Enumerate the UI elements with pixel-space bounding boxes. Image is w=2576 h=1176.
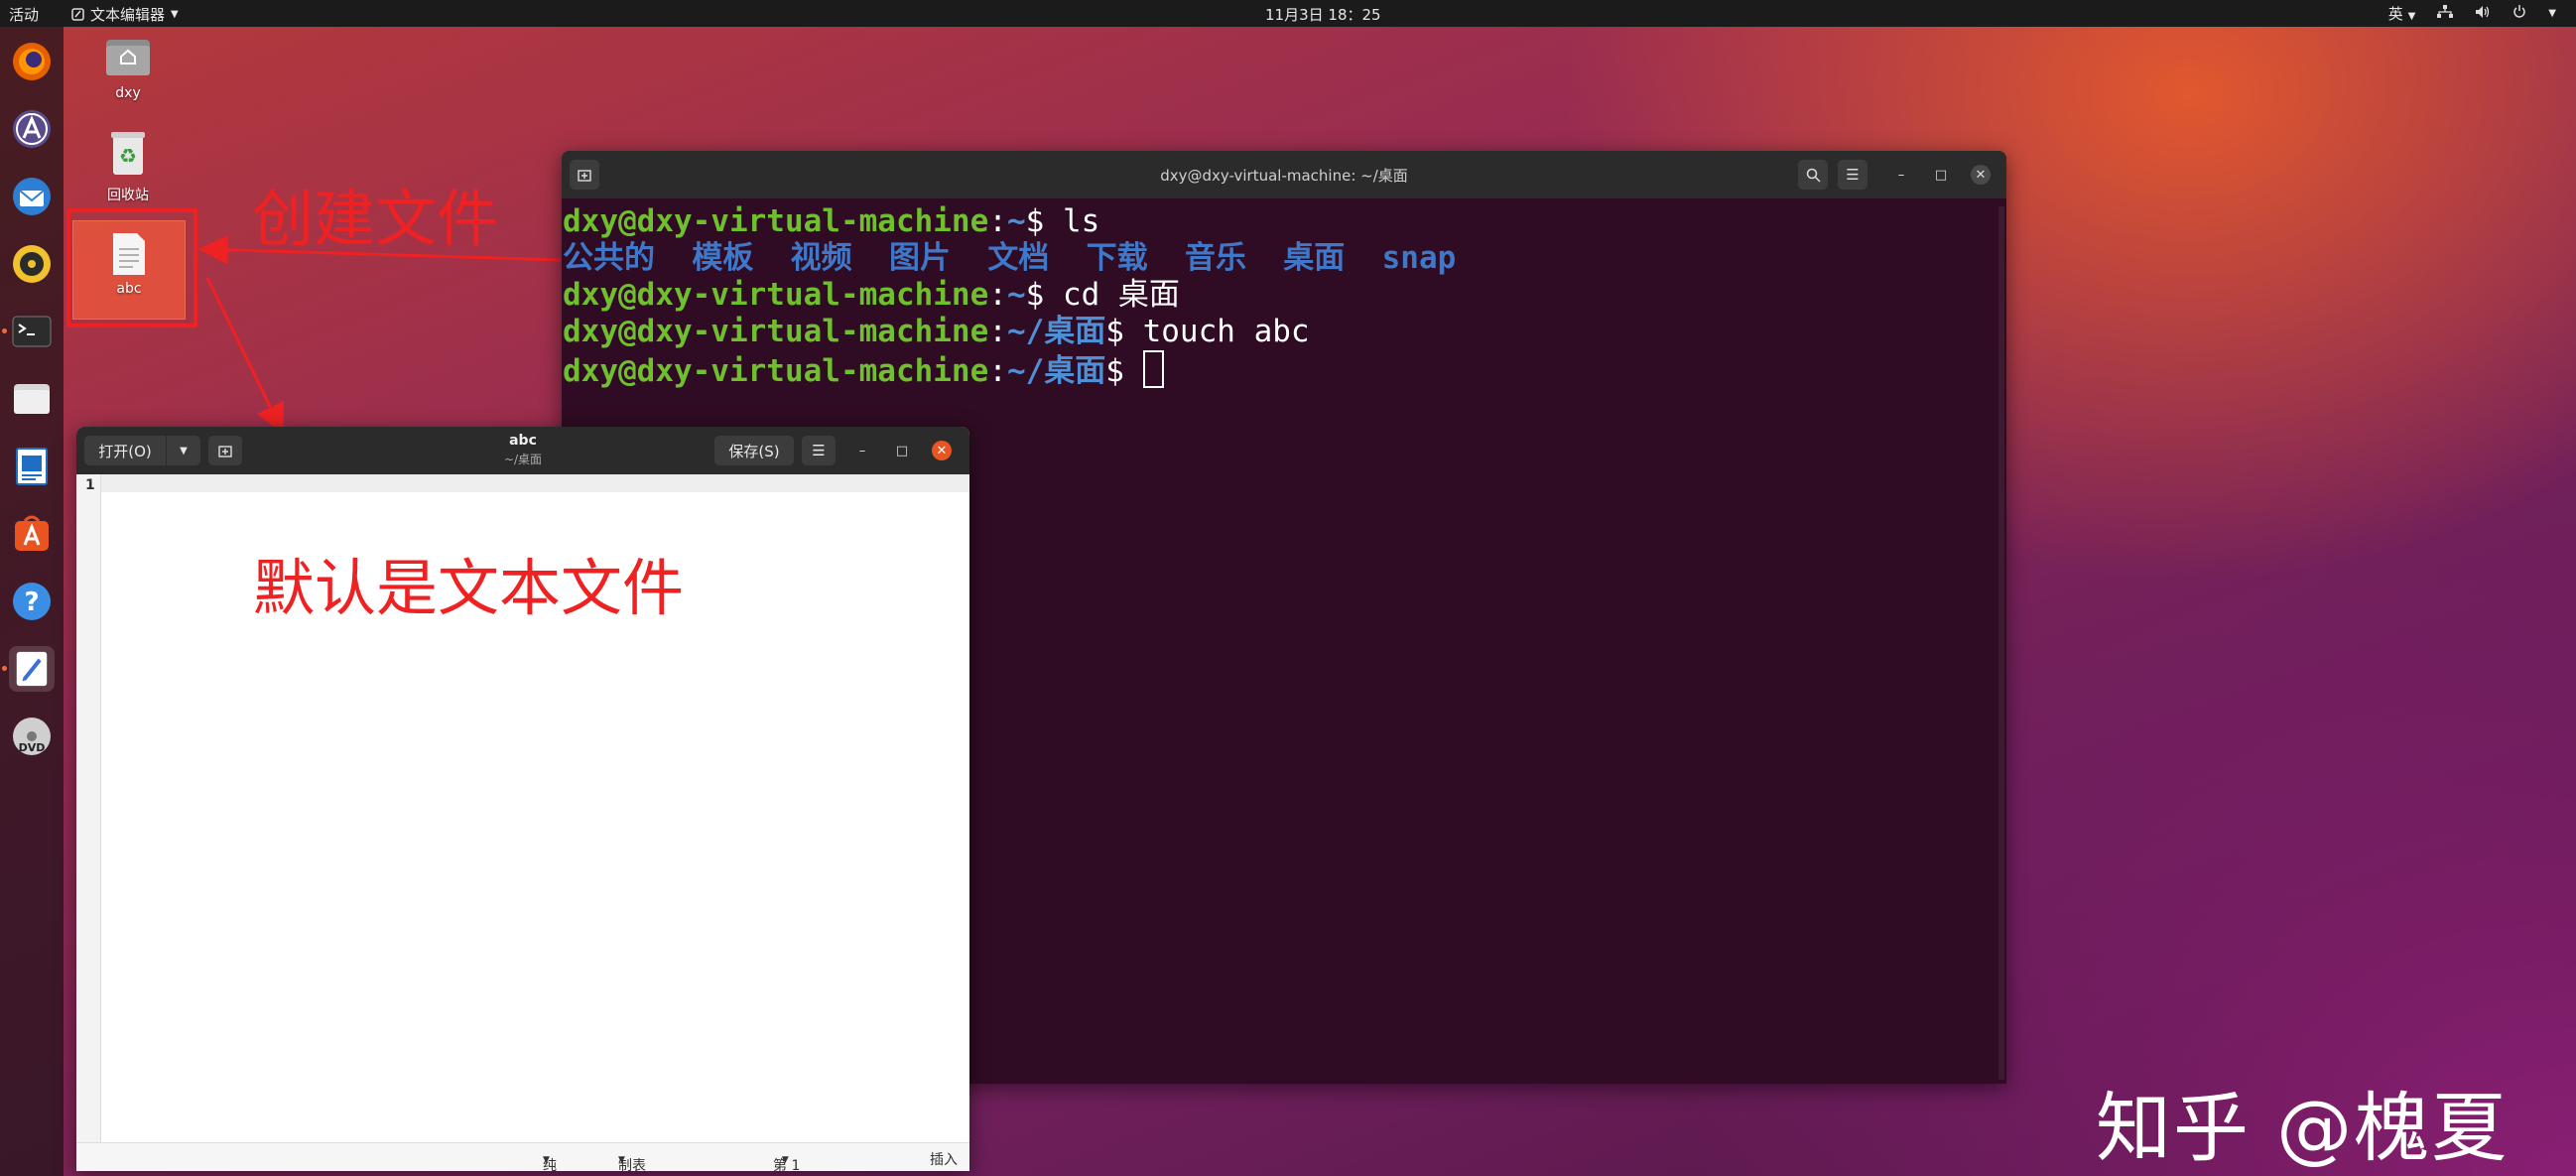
minimize-button[interactable]: – [1891, 165, 1911, 185]
hamburger-icon: ☰ [812, 442, 826, 459]
dir-entry: 桌面 [1283, 240, 1346, 276]
prompt-user: dxy@dxy-virtual-machine [563, 314, 989, 349]
dir-entry: 视频 [790, 240, 852, 276]
prompt-path: ~/桌面 [1006, 314, 1106, 349]
minimize-icon: – [1897, 167, 1905, 183]
cursor-position-selector[interactable]: 第 1 行，第 1 列 ▼ [773, 1149, 800, 1171]
save-button[interactable]: 保存(S) [714, 436, 794, 465]
prompt-user: dxy@dxy-virtual-machine [563, 277, 989, 313]
terminal-line: dxy@dxy-virtual-machine:~$ ls [563, 203, 1100, 239]
editor-subtitle: ~/桌面 [503, 453, 543, 466]
search-icon [1806, 168, 1821, 183]
prompt-user: dxy@dxy-virtual-machine [563, 353, 989, 389]
maximize-icon: □ [1934, 167, 1948, 183]
terminal-line: dxy@dxy-virtual-machine:~$ cd 桌面 [563, 277, 1180, 313]
terminal-cursor [1142, 350, 1164, 388]
watermark: 知乎 @槐夏 [2096, 1084, 2510, 1172]
dir-entry: 公共的 [563, 240, 655, 276]
line-number: 1 [85, 477, 95, 493]
command-text: touch abc [1142, 314, 1310, 349]
prompt-path: ~ [1006, 203, 1026, 239]
minimize-icon: – [858, 443, 866, 458]
chevron-down-icon: ▼ [543, 1155, 550, 1165]
dir-entry: 图片 [888, 240, 951, 276]
annotation-default-text: 默认是文本文件 [253, 552, 685, 624]
editor-title-block: abc ~/桌面 [76, 433, 969, 467]
command-text: cd 桌面 [1062, 277, 1180, 313]
close-button[interactable]: ✕ [1971, 165, 1991, 185]
terminal-line: dxy@dxy-virtual-machine:~/桌面$ [563, 350, 1995, 389]
prompt-path: ~/桌面 [1006, 353, 1106, 389]
dir-entry: 文档 [987, 240, 1050, 276]
maximize-button[interactable]: □ [892, 441, 912, 460]
prompt-user: dxy@dxy-virtual-machine [563, 203, 989, 239]
chevron-down-icon: ▼ [781, 1155, 789, 1165]
dir-entry: 下载 [1086, 240, 1148, 276]
dir-entry: 模板 [692, 240, 754, 276]
hamburger-icon: ☰ [1846, 166, 1860, 184]
minimize-button[interactable]: – [852, 441, 872, 460]
line-number-gutter: 1 [76, 474, 101, 1143]
prompt-path: ~ [1006, 277, 1026, 313]
close-icon: ✕ [936, 443, 948, 458]
insert-mode-indicator: 插入 [930, 1152, 958, 1168]
terminal-title: dxy@dxy-virtual-machine: ~/桌面 [1160, 167, 1408, 185]
annotation-create-file: 创建文件 [252, 183, 499, 255]
chevron-down-icon: ▼ [618, 1155, 625, 1165]
terminal-scrollbar[interactable] [1998, 206, 2004, 1080]
dir-entry: snap [1381, 240, 1457, 276]
maximize-icon: □ [895, 443, 909, 458]
editor-title: abc [509, 433, 537, 449]
ls-output-line: 公共的 模板 视频 图片 文档 下载 音乐 桌面 snap [563, 240, 1995, 277]
close-button[interactable]: ✕ [932, 441, 952, 460]
close-icon: ✕ [1975, 167, 1987, 183]
terminal-line: dxy@dxy-virtual-machine:~/桌面$ touch abc [563, 314, 1310, 349]
command-text: ls [1062, 203, 1100, 239]
maximize-button[interactable]: □ [1931, 165, 1951, 185]
search-button[interactable] [1798, 160, 1828, 190]
menu-button[interactable]: ☰ [1838, 160, 1868, 190]
editor-statusbar: 纯文本 ▼ 制表符宽度：8 ▼ 第 1 行，第 1 列 ▼ 插入 [76, 1142, 969, 1171]
dir-entry: 音乐 [1184, 240, 1246, 276]
editor-menu-button[interactable]: ☰ [802, 436, 836, 465]
terminal-headerbar[interactable]: dxy@dxy-virtual-machine: ~/桌面 ☰ – □ ✕ [562, 151, 2006, 198]
editor-headerbar[interactable]: 打开(O) ▼ abc ~/桌面 保存(S) ☰ – □ ✕ [76, 427, 969, 474]
arrow-to-editor [205, 277, 284, 435]
